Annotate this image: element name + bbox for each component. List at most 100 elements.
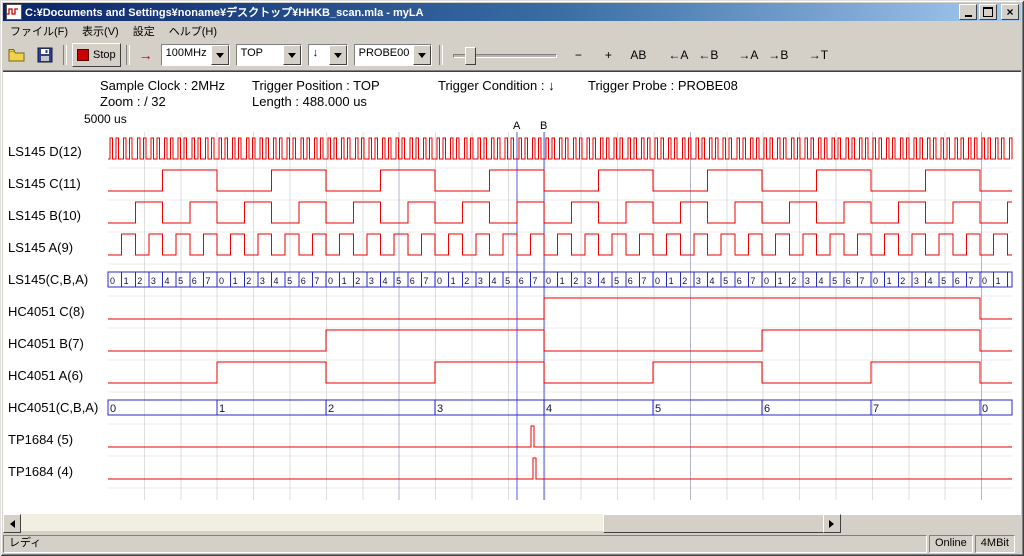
svg-text:7: 7 (205, 276, 210, 286)
timing-diagram[interactable]: AB01234567012345670123456701234567012345… (0, 71, 1024, 512)
goto-cursor-b-button[interactable]: ←B (695, 45, 721, 65)
goto-cursor-a-button[interactable]: ←A (665, 45, 691, 65)
svg-text:5: 5 (178, 276, 183, 286)
zoom-slider[interactable] (453, 45, 557, 65)
svg-text:1: 1 (233, 276, 238, 286)
svg-text:2: 2 (791, 276, 796, 286)
svg-text:7: 7 (750, 276, 755, 286)
dropdown-button[interactable] (329, 45, 347, 65)
chevron-down-icon (418, 53, 426, 62)
stop-button[interactable]: Stop (72, 43, 121, 67)
svg-text:4: 4 (546, 403, 552, 415)
zoom-slider-thumb[interactable] (465, 47, 476, 65)
dropdown-button[interactable] (283, 45, 301, 65)
svg-text:1: 1 (451, 276, 456, 286)
dropdown-button[interactable] (211, 45, 229, 65)
svg-text:7: 7 (859, 276, 864, 286)
svg-text:0: 0 (437, 276, 442, 286)
svg-text:5: 5 (941, 276, 946, 286)
svg-text:3: 3 (805, 276, 810, 286)
zoom-out-button[interactable]: − (565, 45, 591, 65)
zoom-ab-button[interactable]: AB (625, 45, 651, 65)
zoom-in-button[interactable]: + (595, 45, 621, 65)
svg-text:1: 1 (560, 276, 565, 286)
toolbar-separator (63, 45, 67, 65)
svg-text:7: 7 (423, 276, 428, 286)
scroll-right-button[interactable] (823, 514, 841, 533)
scroll-left-button[interactable] (3, 514, 21, 533)
dropdown-button[interactable] (413, 45, 431, 65)
svg-text:6: 6 (737, 276, 742, 286)
svg-text:0: 0 (982, 276, 987, 286)
trigger-probe-select[interactable]: PROBE00 (354, 44, 433, 66)
svg-text:1: 1 (342, 276, 347, 286)
horizontal-scrollbar[interactable] (3, 514, 839, 531)
svg-text:0: 0 (110, 276, 115, 286)
svg-text:1: 1 (996, 276, 1001, 286)
trigger-probe-value: PROBE00 (355, 45, 414, 65)
svg-text:6: 6 (846, 276, 851, 286)
statusbar: レディ Online 4MBit (3, 535, 1021, 553)
arrow-left-icon (6, 520, 15, 528)
menu-view[interactable]: 表示(V) (75, 21, 126, 41)
folder-open-icon (8, 47, 26, 63)
move-cursor-a-button[interactable]: →A (735, 45, 761, 65)
svg-text:7: 7 (641, 276, 646, 286)
status-message: レディ (3, 535, 927, 553)
app-icon (6, 4, 22, 20)
svg-text:0: 0 (982, 403, 988, 415)
svg-text:2: 2 (573, 276, 578, 286)
close-button[interactable]: × (1001, 4, 1019, 20)
svg-text:3: 3 (587, 276, 592, 286)
stop-label: Stop (93, 49, 116, 61)
menu-file[interactable]: ファイル(F) (3, 21, 75, 41)
goto-trigger-button[interactable]: →T (805, 45, 831, 65)
floppy-disk-icon (36, 47, 54, 63)
scrollbar-thumb[interactable] (603, 514, 825, 533)
svg-text:6: 6 (192, 276, 197, 286)
close-icon: × (1006, 7, 1013, 17)
svg-text:0: 0 (873, 276, 878, 286)
trigger-edge-select[interactable]: ↓ (308, 44, 348, 66)
chevron-down-icon (288, 53, 296, 62)
move-cursor-b-button[interactable]: →B (765, 45, 791, 65)
svg-text:3: 3 (478, 276, 483, 286)
svg-text:5: 5 (396, 276, 401, 286)
maximize-icon (983, 7, 993, 17)
svg-text:5: 5 (505, 276, 510, 286)
svg-text:2: 2 (137, 276, 142, 286)
svg-text:3: 3 (696, 276, 701, 286)
svg-text:B: B (540, 120, 547, 132)
svg-text:4: 4 (710, 276, 715, 286)
save-button[interactable] (32, 44, 58, 66)
svg-text:2: 2 (355, 276, 360, 286)
svg-text:0: 0 (328, 276, 333, 286)
svg-text:2: 2 (328, 403, 334, 415)
svg-text:0: 0 (219, 276, 224, 286)
menu-settings[interactable]: 設定 (126, 21, 162, 41)
svg-text:3: 3 (369, 276, 374, 286)
svg-text:4: 4 (928, 276, 933, 286)
trigger-position-select[interactable]: TOP (236, 44, 302, 66)
svg-text:6: 6 (628, 276, 633, 286)
svg-text:4: 4 (601, 276, 606, 286)
maximize-button[interactable] (979, 4, 997, 20)
svg-text:0: 0 (764, 276, 769, 286)
menu-help[interactable]: ヘルプ(H) (162, 21, 224, 41)
minimize-icon (965, 15, 972, 17)
toolbar: Stop → 100MHz TOP ↓ PROBE00 − + AB (3, 40, 1021, 71)
svg-text:7: 7 (873, 403, 879, 415)
minimize-button[interactable] (959, 4, 977, 20)
run-button[interactable]: → (135, 44, 157, 66)
chevron-down-icon (334, 53, 342, 62)
svg-text:1: 1 (669, 276, 674, 286)
open-file-button[interactable] (4, 44, 30, 66)
menubar: ファイル(F) 表示(V) 設定 ヘルプ(H) (3, 21, 1021, 40)
svg-text:5: 5 (614, 276, 619, 286)
svg-text:4: 4 (819, 276, 824, 286)
sample-clock-select[interactable]: 100MHz (161, 44, 230, 66)
svg-text:6: 6 (764, 403, 770, 415)
svg-text:6: 6 (519, 276, 524, 286)
svg-text:7: 7 (532, 276, 537, 286)
svg-text:1: 1 (778, 276, 783, 286)
